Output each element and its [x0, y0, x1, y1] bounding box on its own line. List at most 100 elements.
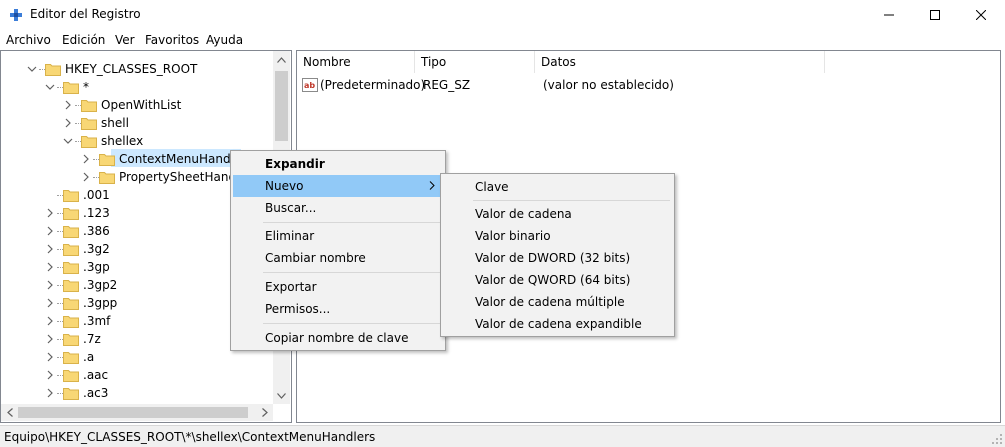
menu-item-copiar-nombre[interactable]: Copiar nombre de clave: [233, 327, 443, 349]
menu-item-cambiar-nombre[interactable]: Cambiar nombre: [233, 247, 443, 269]
tree-item-label: .3g2: [83, 242, 110, 256]
submenu-item-valor-cadena-expandible[interactable]: Valor de cadena expandible: [443, 313, 672, 335]
submenu-item-valor-qword[interactable]: Valor de QWORD (64 bits): [443, 269, 672, 291]
menu-favoritos[interactable]: Favoritos: [145, 33, 199, 47]
scroll-left-button[interactable]: [1, 404, 18, 421]
folder-icon: [63, 190, 79, 202]
menu-edicion[interactable]: Edición: [62, 33, 105, 47]
folder-icon: [63, 298, 79, 310]
folder-icon: [63, 370, 79, 382]
scroll-thumb[interactable]: [275, 71, 288, 141]
tree-item[interactable]: shellex: [1, 132, 273, 150]
status-path: Equipo\HKEY_CLASSES_ROOT\*\shellex\Conte…: [4, 430, 376, 444]
tree-item-label: .aac: [83, 368, 109, 382]
submenu-arrow-icon: [429, 181, 435, 190]
tree-item-label: .3gp: [83, 260, 110, 274]
context-menu: Expandir Nuevo Buscar... Eliminar Cambia…: [230, 150, 446, 351]
tree-collapsed-chevron-icon[interactable]: [45, 316, 55, 326]
tree-item-label: .3mf: [83, 314, 111, 328]
tree-item-label: .386: [83, 224, 110, 238]
menu-separator: [263, 323, 441, 324]
menu-archivo[interactable]: Archivo: [6, 33, 51, 47]
tree-collapsed-chevron-icon[interactable]: [45, 334, 55, 344]
menu-item-eliminar[interactable]: Eliminar: [233, 225, 443, 247]
menu-ayuda[interactable]: Ayuda: [206, 33, 243, 47]
tree-collapsed-chevron-icon[interactable]: [81, 154, 91, 164]
tree-item-label: shell: [101, 116, 129, 130]
tree-item[interactable]: OpenWithList: [1, 96, 273, 114]
tree-collapsed-chevron-icon[interactable]: [45, 226, 55, 236]
tree-expanded-chevron-icon[interactable]: [45, 82, 55, 92]
column-header-tipo[interactable]: Tipo: [415, 51, 535, 73]
horizontal-scroll-thumb[interactable]: [18, 407, 248, 418]
tree-expanded-chevron-icon[interactable]: [27, 64, 37, 74]
scroll-down-button[interactable]: [273, 387, 290, 404]
chevron-down-icon: [277, 392, 286, 399]
tree-collapsed-chevron-icon[interactable]: [45, 244, 55, 254]
tree-collapsed-chevron-icon[interactable]: [45, 298, 55, 308]
tree-item[interactable]: .aac: [1, 366, 273, 384]
menu-item-exportar[interactable]: Exportar: [233, 276, 443, 298]
tree-collapsed-chevron-icon[interactable]: [45, 370, 55, 380]
folder-icon: [63, 82, 79, 94]
tree-item[interactable]: shell: [1, 114, 273, 132]
folder-icon: [99, 154, 115, 166]
string-value-icon: ab: [302, 78, 318, 92]
submenu-item-valor-cadena[interactable]: Valor de cadena: [443, 203, 672, 225]
folder-icon: [81, 136, 97, 148]
value-type: REG_SZ: [423, 78, 471, 92]
menu-separator: [263, 272, 441, 273]
tree-collapsed-chevron-icon[interactable]: [45, 280, 55, 290]
tree-horizontal-scrollbar[interactable]: [1, 404, 273, 421]
submenu-item-clave[interactable]: Clave: [443, 176, 672, 198]
resize-grip-icon[interactable]: [991, 433, 1003, 445]
minimize-button[interactable]: [866, 0, 912, 30]
svg-text:ab: ab: [304, 81, 315, 90]
folder-icon: [63, 262, 79, 274]
chevron-right-icon: [261, 408, 268, 417]
folder-icon: [63, 208, 79, 220]
column-header-datos[interactable]: Datos: [535, 51, 825, 73]
menu-bar: Archivo Edición Ver Favoritos Ayuda: [0, 30, 1005, 50]
folder-icon: [63, 352, 79, 364]
tree-collapsed-chevron-icon[interactable]: [81, 172, 91, 182]
menu-item-expandir[interactable]: Expandir: [233, 153, 443, 175]
chevron-up-icon: [277, 56, 286, 63]
tree-item[interactable]: HKEY_CLASSES_ROOT: [1, 60, 273, 78]
menu-ver[interactable]: Ver: [115, 33, 135, 47]
submenu-item-valor-cadena-multiple[interactable]: Valor de cadena múltiple: [443, 291, 672, 313]
folder-icon: [45, 64, 61, 76]
menu-item-nuevo[interactable]: Nuevo: [233, 175, 443, 197]
tree-item[interactable]: .ac3: [1, 384, 273, 402]
tree-collapsed-chevron-icon[interactable]: [45, 208, 55, 218]
menu-item-permisos[interactable]: Permisos...: [233, 298, 443, 320]
scroll-up-button[interactable]: [273, 51, 290, 68]
menu-item-buscar[interactable]: Buscar...: [233, 197, 443, 219]
status-bar: Equipo\HKEY_CLASSES_ROOT\*\shellex\Conte…: [0, 425, 1005, 447]
tree-collapsed-chevron-icon[interactable]: [63, 100, 73, 110]
folder-icon: [63, 388, 79, 400]
maximize-icon: [930, 10, 940, 20]
tree-collapsed-chevron-icon[interactable]: [45, 262, 55, 272]
menu-separator: [263, 222, 441, 223]
close-button[interactable]: [958, 0, 1004, 30]
scroll-right-button[interactable]: [256, 404, 273, 421]
submenu-item-valor-dword[interactable]: Valor de DWORD (32 bits): [443, 247, 672, 269]
submenu-item-valor-binario[interactable]: Valor binario: [443, 225, 672, 247]
value-name: (Predeterminado): [320, 78, 426, 92]
tree-item-label: .3gpp: [83, 296, 118, 310]
column-header-nombre[interactable]: Nombre: [297, 51, 415, 73]
value-row[interactable]: ab (Predeterminado) REG_SZ (valor no est…: [297, 75, 1000, 95]
tree-expanded-chevron-icon[interactable]: [63, 136, 73, 146]
tree-item-label: ContextMenuHandle: [119, 152, 242, 166]
tree-item[interactable]: *: [1, 78, 273, 96]
maximize-button[interactable]: [912, 0, 958, 30]
folder-icon: [81, 100, 97, 112]
tree-item-label: .001: [83, 188, 110, 202]
menu-separator: [473, 200, 670, 201]
tree-collapsed-chevron-icon[interactable]: [63, 118, 73, 128]
tree-item-label: PropertySheetHandle: [119, 170, 247, 184]
value-data: (valor no establecido): [543, 78, 674, 92]
tree-collapsed-chevron-icon[interactable]: [45, 352, 55, 362]
tree-collapsed-chevron-icon[interactable]: [45, 388, 55, 398]
